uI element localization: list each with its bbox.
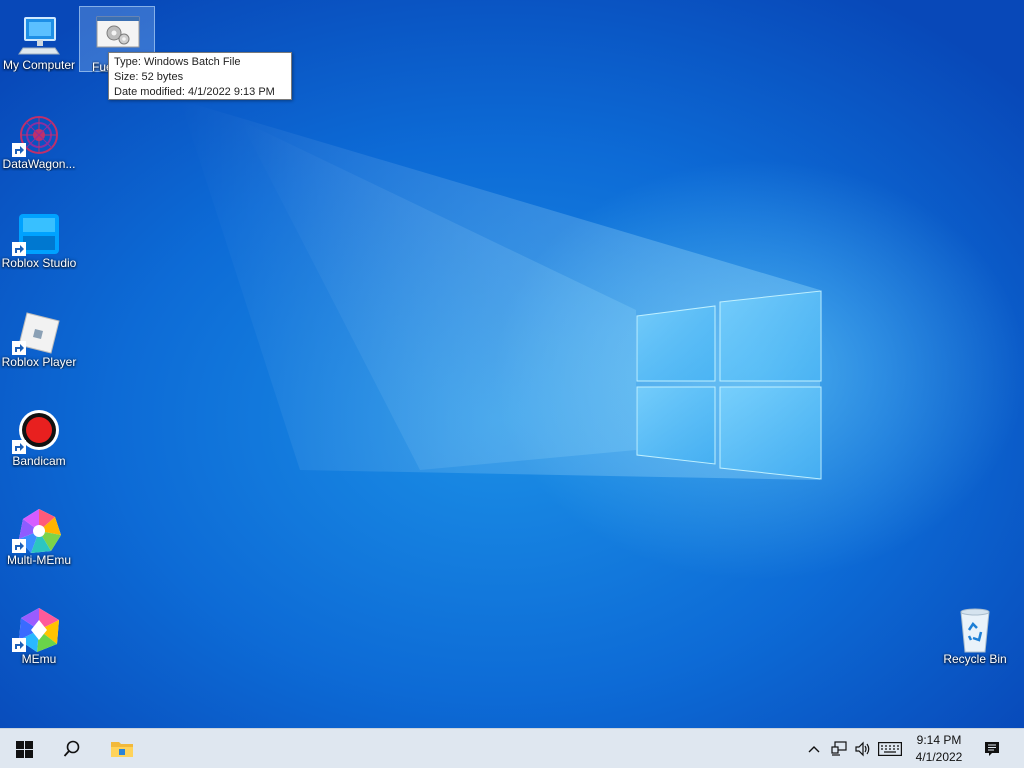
touch-keyboard-button[interactable] [876, 729, 904, 769]
windows-start-icon [15, 740, 33, 758]
file-explorer-button[interactable] [98, 729, 146, 769]
desktop-icon-label: MEmu [21, 652, 57, 666]
desktop-icon-bandicam[interactable]: Bandicam [0, 402, 78, 484]
desktop-icon-label: Bandicam [12, 454, 66, 468]
batch-file-gear-icon [96, 16, 140, 48]
desktop-icon-memu[interactable]: MEmu [0, 600, 78, 682]
tooltip-size: Size: 52 bytes [114, 71, 184, 83]
file-info-tooltip: Type: Windows Batch File Size: 52 bytes … [108, 52, 292, 100]
volume-button[interactable] [852, 729, 874, 769]
volume-icon [855, 741, 870, 757]
desktop-icon-label: Roblox Player [1, 355, 77, 369]
search-icon [63, 740, 80, 757]
network-icon [831, 741, 847, 756]
file-explorer-icon [111, 742, 133, 757]
shortcut-arrow-icon [12, 440, 26, 454]
shortcut-arrow-icon [12, 143, 26, 157]
shortcut-arrow-icon [12, 539, 26, 553]
notification-icon [985, 742, 999, 756]
taskbar: 9:14 PM 4/1/2022 [0, 728, 1024, 768]
start-button[interactable] [0, 729, 48, 769]
desktop-icon-label: My Computer [2, 58, 76, 72]
desktop[interactable]: My Computer Fue DataWagon... Roblox Stud… [0, 0, 1024, 728]
keyboard-icon [878, 742, 902, 756]
clock-date: 4/1/2022 [915, 750, 963, 764]
desktop-icon-roblox-studio[interactable]: Roblox Studio [0, 204, 78, 286]
tooltip-date-modified: Date modified: 4/1/2022 9:13 PM [114, 86, 275, 98]
taskbar-clock[interactable]: 9:14 PM 4/1/2022 [906, 732, 972, 766]
clock-time: 9:14 PM [916, 733, 962, 747]
desktop-icon-label: Recycle Bin [943, 652, 1007, 666]
recycle-bin-icon [960, 608, 990, 653]
computer-icon [18, 17, 60, 55]
wallpaper-windows-logo [180, 100, 822, 480]
desktop-icon-label: Roblox Studio [1, 256, 77, 270]
desktop-icon-datawagon[interactable]: DataWagon... [0, 105, 78, 187]
desktop-icon-label: DataWagon... [2, 157, 76, 171]
desktop-icon-roblox-player[interactable]: Roblox Player [0, 303, 78, 385]
search-button[interactable] [48, 729, 96, 769]
chevron-up-icon [808, 746, 820, 753]
network-button[interactable] [828, 729, 850, 769]
desktop-icon-multi-memu[interactable]: Multi-MEmu [0, 501, 78, 583]
shortcut-arrow-icon [12, 242, 26, 256]
desktop-icon-label: Multi-MEmu [6, 553, 71, 567]
show-hidden-icons-button[interactable] [804, 729, 824, 769]
tooltip-type: Type: Windows Batch File [114, 56, 241, 68]
desktop-icon-my-computer[interactable]: My Computer [0, 6, 78, 88]
shortcut-arrow-icon [12, 638, 26, 652]
shortcut-arrow-icon [12, 341, 26, 355]
action-center-button[interactable] [978, 729, 1006, 769]
desktop-icon-recycle-bin[interactable]: Recycle Bin [936, 600, 1014, 682]
